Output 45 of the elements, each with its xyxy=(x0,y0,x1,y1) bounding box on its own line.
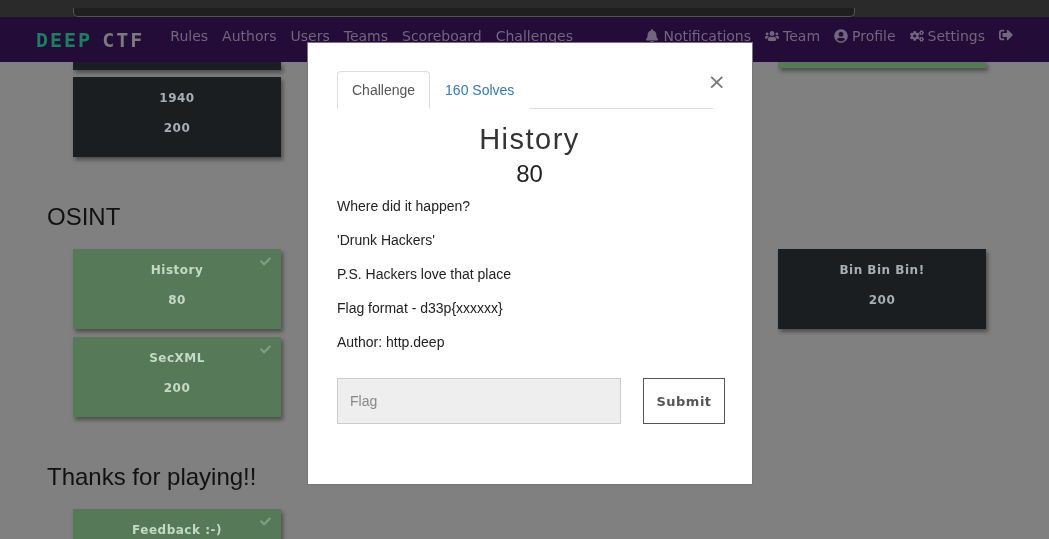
close-button[interactable]: × xyxy=(707,71,726,93)
nav-link[interactable]: Team xyxy=(765,28,821,44)
challenge-points: 200 xyxy=(163,121,191,135)
challenge-name: 1940 xyxy=(159,91,195,105)
challenge-points: 80 xyxy=(168,293,186,307)
challenge-name: Feedback :-) xyxy=(132,523,222,537)
challenge-points: 200 xyxy=(163,381,191,395)
check-icon xyxy=(260,344,271,355)
challenge-name: History xyxy=(150,263,204,277)
check-icon xyxy=(260,516,271,527)
challenge-name: SecXML xyxy=(149,351,205,365)
category-heading: Thanks for playing!! xyxy=(47,463,257,491)
nav-link[interactable]: Teams xyxy=(343,28,389,44)
nav-link[interactable]: Profile xyxy=(834,28,896,44)
nav-link[interactable]: Challenges xyxy=(495,28,573,44)
challenge-points: 200 xyxy=(868,293,896,307)
logout-icon[interactable] xyxy=(999,28,1013,42)
gears-icon xyxy=(909,29,924,43)
description-text: Flag format - d33p{xxxxxx} xyxy=(337,299,504,318)
logo[interactable]: DEEP CTF xyxy=(36,28,145,52)
tab[interactable]: Challenge xyxy=(337,71,431,109)
challenge-points: 80 xyxy=(515,160,544,188)
description-text: P.S. Hackers love that place xyxy=(337,265,513,284)
nav-link[interactable]: Authors xyxy=(222,28,277,44)
challenge-card[interactable]: SecXML 200 xyxy=(73,337,281,417)
category-heading: OSINT xyxy=(47,203,121,231)
nav-link[interactable]: Scoreboard xyxy=(402,28,482,44)
challenge-card[interactable]: 1940 200 xyxy=(73,77,281,157)
challenge-card[interactable]: History 80 xyxy=(73,249,281,329)
nav-link[interactable]: Settings xyxy=(909,28,985,44)
challenge-title: History xyxy=(478,123,581,156)
bell-icon xyxy=(645,29,660,43)
nav-link[interactable]: Notifications xyxy=(645,28,752,44)
nav-link[interactable]: Rules xyxy=(170,28,209,44)
check-icon xyxy=(260,256,271,267)
challenge-name: Bin Bin Bin! xyxy=(839,263,925,277)
description-text: Author: http.deep xyxy=(337,333,446,352)
submit-button[interactable]: Submit xyxy=(643,378,725,424)
challenge-card[interactable]: Bin Bin Bin! 200 xyxy=(778,249,986,329)
users-icon xyxy=(765,29,780,43)
challenge-card[interactable]: Feedback :-) xyxy=(73,509,281,539)
description-text: 'Drunk Hackers' xyxy=(337,231,436,250)
nav-link[interactable]: Users xyxy=(290,28,330,44)
flag-input[interactable]: Flag xyxy=(337,378,621,424)
description-text: Where did it happen? xyxy=(337,197,472,216)
